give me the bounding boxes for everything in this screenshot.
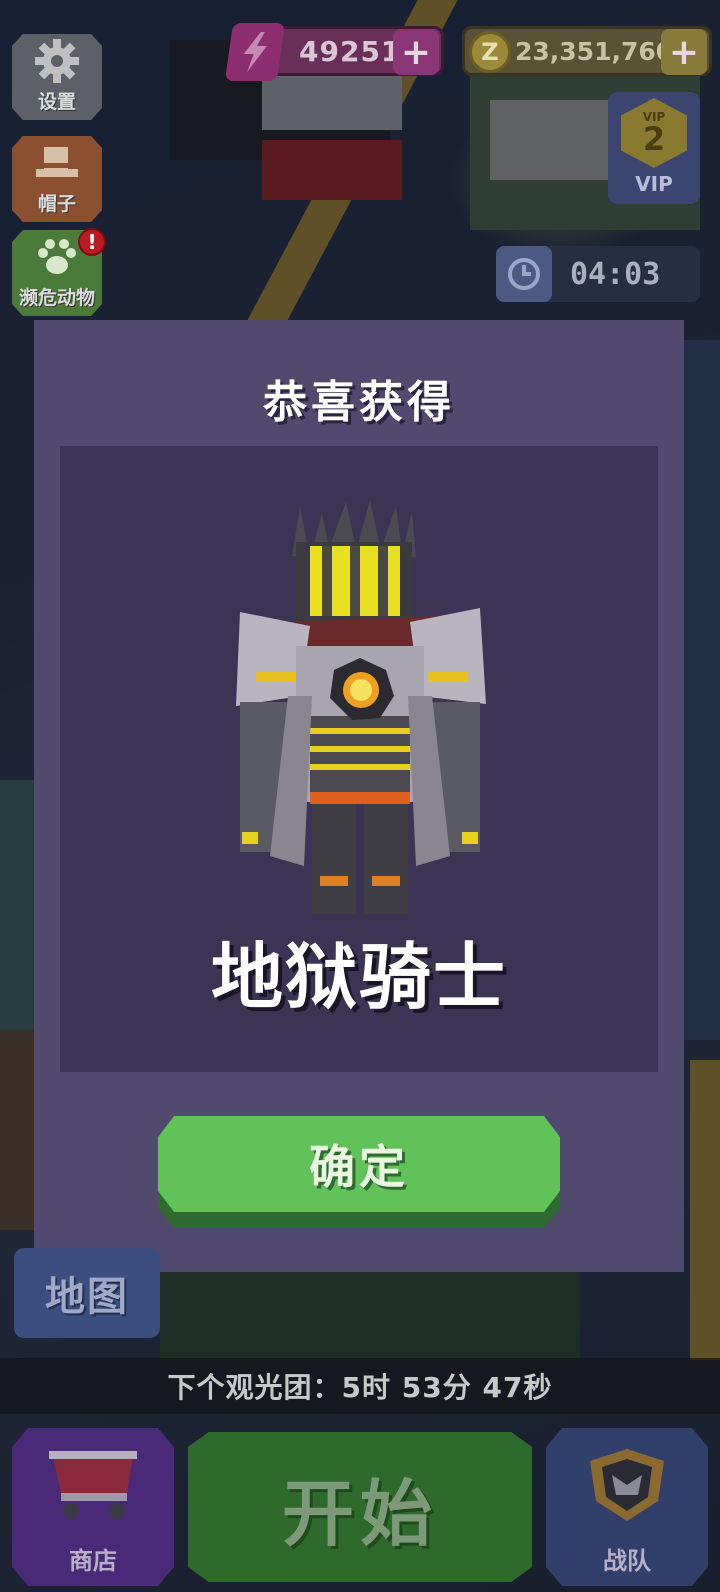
- settings-button[interactable]: 设置: [12, 34, 102, 120]
- timer-value: 04:03: [570, 256, 661, 292]
- energy-value: 49251: [299, 34, 402, 68]
- map-button[interactable]: 地图: [14, 1248, 160, 1338]
- map-label: 地图: [45, 1274, 129, 1320]
- settings-label: 设置: [37, 91, 76, 113]
- add-coins-button[interactable]: +: [661, 29, 707, 75]
- event-timer: 04:03: [496, 246, 700, 302]
- coin-counter: Z 23,351,760 +: [462, 26, 712, 76]
- lightning-icon: [224, 23, 286, 81]
- reward-name: 地狱骑士: [210, 935, 507, 1019]
- team-label: 战队: [603, 1547, 651, 1575]
- add-energy-button[interactable]: +: [393, 29, 439, 75]
- vip-badge: VIP 2: [621, 98, 687, 168]
- coin-value: 23,351,760: [515, 36, 674, 66]
- hat-button[interactable]: 帽子: [12, 136, 102, 222]
- vip-button[interactable]: VIP 2 VIP: [608, 92, 700, 204]
- next-tour-countdown: 下个观光团：5时 53分 47秒: [0, 1358, 720, 1414]
- dialog-title: 恭喜获得: [263, 377, 455, 428]
- shield-icon: [582, 1428, 672, 1541]
- hat-label: 帽子: [37, 193, 76, 215]
- confirm-label: 确定: [309, 1140, 409, 1194]
- team-button[interactable]: 战队: [546, 1428, 708, 1586]
- vip-label: VIP: [635, 172, 673, 196]
- start-label: 开始: [281, 1471, 438, 1556]
- pet-label: 濒危动物: [18, 287, 95, 309]
- vip-level: 2: [642, 120, 666, 158]
- cart-icon: [43, 1428, 143, 1541]
- shop-label: 商店: [69, 1547, 117, 1575]
- confirm-button[interactable]: 确定: [158, 1116, 560, 1228]
- hat-icon: [34, 136, 80, 189]
- start-button[interactable]: 开始: [188, 1432, 532, 1582]
- gear-icon: [35, 34, 79, 87]
- reward-dialog: 恭喜获得 地狱骑士 确定: [34, 320, 684, 1272]
- shop-button[interactable]: 商店: [12, 1428, 174, 1586]
- paw-icon: [35, 230, 79, 283]
- clock-icon: [496, 246, 552, 302]
- energy-counter: 49251 +: [224, 23, 444, 81]
- notification-badge: !: [78, 228, 106, 256]
- coin-icon: Z: [469, 31, 511, 73]
